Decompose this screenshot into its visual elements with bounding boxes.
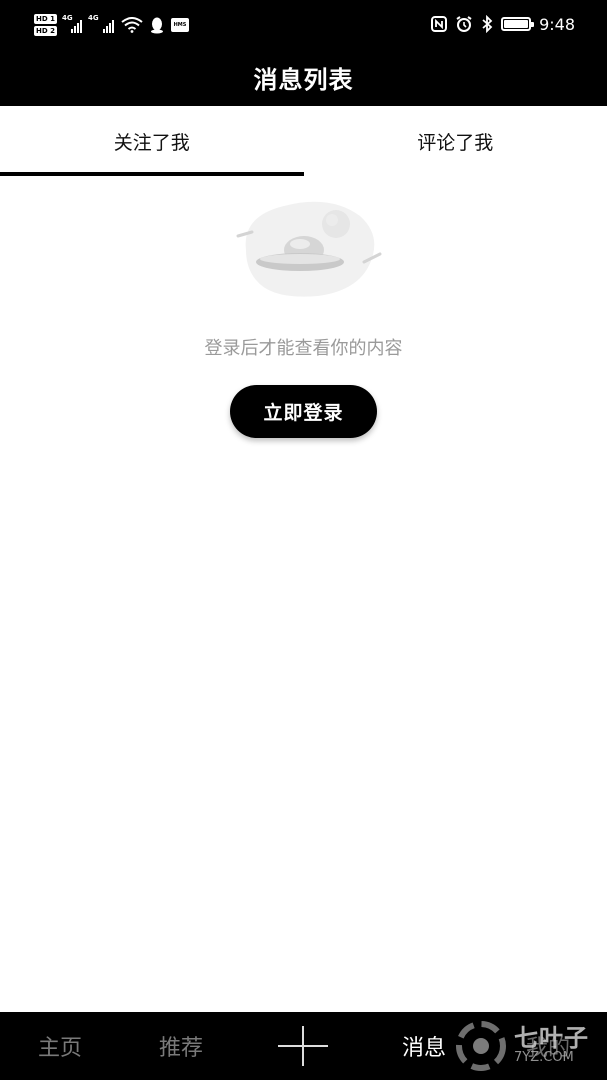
bluetooth-icon [482,15,493,33]
hms-label: HMS [173,22,187,28]
tab-followed-me[interactable]: 关注了我 [0,106,304,176]
tab-commented-me[interactable]: 评论了我 [304,106,607,176]
message-tabs: 关注了我 评论了我 [0,106,607,176]
login-button[interactable]: 立即登录 [230,385,377,438]
nfc-icon [431,16,448,32]
empty-state-message: 登录后才能查看你的内容 [204,338,403,359]
hms-icon: HMS [170,18,189,32]
nav-messages[interactable]: 消息 [384,1012,464,1080]
status-time: 9:48 [539,14,575,34]
nav-home[interactable]: 主页 [20,1012,100,1080]
battery-icon [501,17,535,31]
ufo-planet-illustration [236,201,382,297]
alarm-icon [456,16,472,32]
network-type-2: 4G [87,14,99,22]
wifi-icon [121,17,143,33]
status-bar: HD 1 HD 2 4G 4G HMS 9:48 [0,0,607,48]
status-left: HD 1 HD 2 4G 4G HMS [34,11,189,39]
signal-icon: 4G [61,14,83,33]
active-tab-indicator [0,172,304,176]
status-right: 9:48 [431,12,575,36]
tab-followed-me-label: 关注了我 [113,131,190,154]
nav-me[interactable]: 我的 [508,1012,588,1080]
nav-publish[interactable] [276,1012,330,1080]
tab-commented-me-label: 评论了我 [417,131,494,154]
qq-icon [150,17,163,34]
page-title: 消息列表 [253,65,354,94]
nav-recommend[interactable]: 推荐 [141,1012,221,1080]
sim2-hd-badge: HD 2 [34,26,57,36]
title-bar: 消息列表 [0,48,607,106]
sim1-hd-badge: HD 1 [34,14,57,24]
network-type-1: 4G [61,14,73,22]
sim-badges: HD 1 HD 2 [34,14,57,36]
plus-icon [278,1026,328,1066]
bottom-nav: 主页 推荐 消息 我的 [0,1012,607,1080]
signal-icon-2: 4G [87,14,115,33]
